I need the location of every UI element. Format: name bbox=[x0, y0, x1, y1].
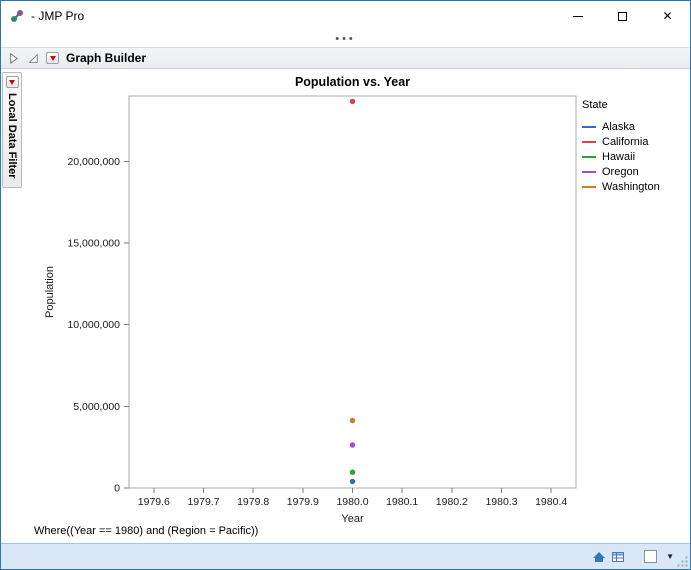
legend-item-label: California bbox=[602, 136, 648, 148]
resize-grip[interactable] bbox=[676, 555, 689, 568]
titlebar: - JMP Pro ✕ bbox=[1, 1, 690, 31]
data-table-icon[interactable] bbox=[611, 550, 625, 564]
y-axis-label: Population bbox=[44, 266, 56, 318]
maximize-icon bbox=[618, 12, 627, 21]
svg-text:10,000,000: 10,000,000 bbox=[67, 319, 120, 331]
splitter-dots-icon: ••• bbox=[335, 33, 356, 45]
legend-swatch bbox=[582, 186, 596, 188]
svg-text:0: 0 bbox=[114, 483, 120, 495]
status-bar: ▼ bbox=[1, 543, 690, 569]
graph-builder-red-triangle-menu[interactable] bbox=[46, 52, 59, 64]
legend-item-label: Washington bbox=[602, 181, 660, 193]
legend-item[interactable]: Washington bbox=[582, 179, 660, 194]
svg-text:1980.4: 1980.4 bbox=[535, 496, 567, 508]
svg-text:1980.0: 1980.0 bbox=[336, 496, 368, 508]
svg-text:5,000,000: 5,000,000 bbox=[73, 401, 120, 413]
legend-item-label: Hawaii bbox=[602, 151, 635, 163]
home-window-icon[interactable] bbox=[592, 550, 606, 564]
data-point[interactable] bbox=[350, 418, 355, 423]
data-point[interactable] bbox=[350, 479, 355, 484]
svg-text:1980.3: 1980.3 bbox=[485, 496, 517, 508]
legend-item-label: Oregon bbox=[602, 166, 639, 178]
dropdown-arrow-icon[interactable]: ▼ bbox=[666, 552, 674, 561]
data-point[interactable] bbox=[350, 442, 355, 447]
svg-text:1980.2: 1980.2 bbox=[436, 496, 468, 508]
local-data-filter-tab[interactable]: Local Data Filter bbox=[2, 72, 22, 188]
red-triangle-icon bbox=[9, 80, 15, 85]
minimize-icon bbox=[573, 16, 583, 17]
maximize-button[interactable] bbox=[600, 1, 645, 31]
red-triangle-icon bbox=[50, 56, 56, 61]
legend: State Alaska California Hawaii Oregon Wa… bbox=[582, 99, 660, 194]
graph-builder-title: Graph Builder bbox=[66, 51, 146, 65]
svg-text:1979.8: 1979.8 bbox=[237, 496, 269, 508]
svg-text:1979.7: 1979.7 bbox=[187, 496, 219, 508]
svg-text:1979.6: 1979.6 bbox=[138, 496, 170, 508]
graph-builder-header: Graph Builder bbox=[1, 47, 690, 69]
outline-collapse-icon[interactable] bbox=[27, 52, 39, 64]
dock-splitter[interactable]: ••• bbox=[1, 31, 690, 47]
legend-swatch bbox=[582, 156, 596, 158]
local-data-filter-label: Local Data Filter bbox=[6, 93, 18, 179]
where-clause: Where((Year == 1980) and (Region = Pacif… bbox=[34, 525, 258, 537]
close-icon: ✕ bbox=[662, 10, 672, 22]
window-controls: ✕ bbox=[555, 1, 690, 31]
plot-frame bbox=[129, 96, 576, 488]
legend-title: State bbox=[582, 99, 660, 111]
local-data-filter-red-triangle-menu[interactable] bbox=[6, 76, 19, 88]
legend-item[interactable]: Oregon bbox=[582, 164, 660, 179]
data-point[interactable] bbox=[350, 470, 355, 475]
legend-item[interactable]: Alaska bbox=[582, 119, 660, 134]
legend-item-label: Alaska bbox=[602, 121, 635, 133]
legend-swatch bbox=[582, 141, 596, 143]
legend-item[interactable]: Hawaii bbox=[582, 149, 660, 164]
minimize-button[interactable] bbox=[555, 1, 600, 31]
x-axis-label: Year bbox=[341, 513, 364, 525]
local-data-filter-expand-icon[interactable] bbox=[7, 52, 20, 65]
svg-text:20,000,000: 20,000,000 bbox=[67, 156, 120, 168]
close-button[interactable]: ✕ bbox=[645, 1, 690, 31]
window-title: - JMP Pro bbox=[31, 9, 84, 23]
jmp-app-icon bbox=[9, 8, 25, 24]
data-point[interactable] bbox=[350, 99, 355, 104]
chart-title: Population vs. Year bbox=[129, 75, 576, 89]
svg-text:1980.1: 1980.1 bbox=[386, 496, 418, 508]
svg-text:15,000,000: 15,000,000 bbox=[67, 238, 120, 250]
legend-swatch bbox=[582, 171, 596, 173]
marker-color-button[interactable] bbox=[644, 550, 657, 563]
svg-text:1979.9: 1979.9 bbox=[287, 496, 319, 508]
report-content: 0 5,000,000 10,000,000 15,000,000 20,000,000… bbox=[1, 69, 690, 543]
jmp-window: - JMP Pro ✕ ••• Graph Builder 0 5,000,000… bbox=[0, 0, 691, 570]
legend-item[interactable]: California bbox=[582, 134, 660, 149]
legend-swatch bbox=[582, 126, 596, 128]
